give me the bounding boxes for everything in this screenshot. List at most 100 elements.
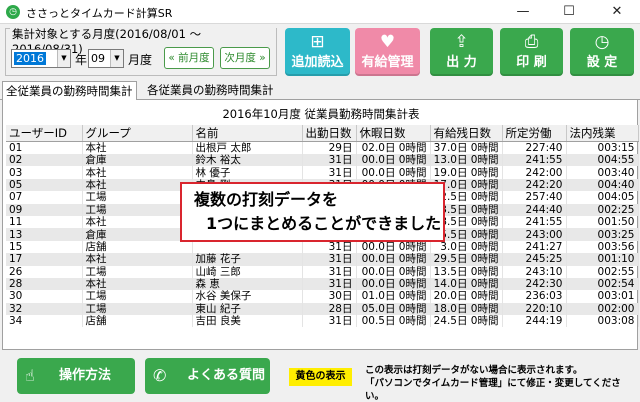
printer-icon: ⎙ [524,32,539,52]
tab-all-employees[interactable]: 全従業員の勤務時間集計 [2,81,137,101]
column-header[interactable]: 出勤日数 [302,125,357,142]
table-row[interactable]: 30 工場 水谷 美保子 30日 01.0日 0時間 20.0日 0時間 236:03 003… [6,290,639,303]
salary-manage-button[interactable]: ♥ 有給管理 [355,28,420,76]
prev-month-button[interactable]: « 前月度 [164,47,214,69]
heart-icon: ♥ [379,32,396,52]
tab-each-employee[interactable]: 各従業員の勤務時間集計 [144,81,277,100]
table-cell: 001:10 [566,253,639,266]
info-callout: 複数の打刻データを 1つにまとめることができました [180,182,445,242]
table-cell: 工場 [82,203,193,216]
table-row[interactable]: 01 本社 出根戸 太郎 29日 02.0日 0時間 37.0日 0時間 227:40 003… [6,141,639,154]
minimize-button[interactable]: — [500,0,546,24]
table-cell: 28日 [302,302,357,316]
table-cell: 森 恵 [192,277,303,291]
next-month-button[interactable]: 次月度 » [220,47,270,69]
output-button[interactable]: ⇪ 出 力 [430,28,493,76]
year-value: 2016 [14,52,46,65]
faq-button[interactable]: ✆ よくある質問 [145,358,270,394]
close-button[interactable]: ✕ [594,0,640,24]
table-cell: 山崎 三郎 [192,265,303,278]
table-cell: 30 [6,290,83,303]
legend-note-line-1: この表示は打刻データがない場合に表示されます。 [365,365,583,376]
year-select[interactable]: 2016 ▼ [11,49,71,68]
table-cell: 242:00 [502,166,567,179]
table-cell: 220:10 [502,302,567,316]
table-cell: 05 [6,178,83,192]
table-row[interactable]: 32 工場 東山 紀子 28日 05.0日 0時間 18.0日 0時間 220:10 002:… [6,302,639,316]
table-cell: 31日 [302,315,357,328]
table-cell: 31日 [302,154,357,167]
table-cell: 241:55 [502,215,567,229]
table-cell: 吉田 良美 [192,315,303,328]
chevron-down-icon: ▼ [57,50,70,67]
month-select[interactable]: 09 ▼ [88,49,124,68]
column-header[interactable]: 法内残業 [566,125,639,142]
table-cell: 244:19 [502,315,567,328]
table-cell: 鈴木 裕太 [192,154,303,167]
callout-line-1: 複数の打刻データを [194,190,339,209]
tab-bar: 全従業員の勤務時間集計 各従業員の勤務時間集計 [0,80,640,101]
table-cell: 林 優子 [192,166,303,179]
table-cell: 37.0日 0時間 [430,141,503,154]
table-cell: 本社 [82,178,193,192]
table-cell: 本社 [82,141,193,154]
column-header[interactable]: グループ [82,125,193,142]
table-cell: 241:27 [502,240,567,254]
table-cell: 15 [6,240,83,254]
column-header[interactable]: 所定労働 [502,125,567,142]
column-header[interactable]: 有給残日数 [430,125,503,142]
table-cell: 店舗 [82,240,193,254]
table-row[interactable]: 02 倉庫 鈴木 裕太 31日 00.0日 0時間 13.0日 0時間 241:55 004:… [6,154,639,167]
maximize-button[interactable]: ☐ [546,0,592,24]
table-row[interactable]: 17 本社 加藤 花子 31日 00.0日 0時間 29.5日 0時間 245:25 001:… [6,253,639,266]
table-row[interactable]: 28 本社森 恵 31日 00.0日 0時間 14.0日 0時間 242:30 002:54 [6,277,639,291]
table-cell: 東山 紀子 [192,302,303,316]
table-cell: 002:00 [566,302,639,316]
table-cell: 14.0日 0時間 [430,277,503,291]
settings-button[interactable]: ◷ 設 定 [570,28,634,76]
chat-bubble-icon: ✆ [153,366,167,385]
table-cell: 09 [6,203,83,216]
table-cell: 002:55 [566,265,639,278]
add-read-button[interactable]: ⊞ 追加読込 [285,28,350,76]
column-header[interactable]: ユーザーID [6,125,83,142]
table-cell: 13.5日 0時間 [430,265,503,278]
table-cell: 243:00 [502,228,567,241]
howto-button[interactable]: ☝ 操作方法 [17,358,135,394]
table-row[interactable]: 03 本社林 優子 31日 00.0日 0時間 19.0日 0時間 242:00 003:4… [6,166,639,179]
table-cell: 倉庫 [82,154,193,167]
column-header[interactable]: 休暇日数 [356,125,431,142]
table-cell: 242:30 [502,277,567,291]
clock-icon: ◷ [594,32,610,52]
table-cell: 本社 [82,166,193,179]
table-row[interactable]: 26 工場 山崎 三郎 31日 00.0日 0時間 13.5日 0時間 243:10 002:… [6,265,639,278]
print-button[interactable]: ⎙ 印 刷 [500,28,563,76]
table-cell: 07 [6,191,83,204]
column-header[interactable]: 名前 [192,125,303,142]
table-cell: 257:40 [502,191,567,204]
yellow-legend-badge: 黄色の表示 [289,368,352,386]
table-cell: 00.0日 0時間 [356,154,431,167]
table-cell: 01.0日 0時間 [356,290,431,303]
table-cell: 004:05 [566,191,639,204]
table-cell: 31日 [302,277,357,291]
file-add-icon: ⊞ [310,32,325,52]
table-cell: 002:25 [566,203,639,216]
table-cell: 3.0日 0時間 [430,240,503,254]
title-bar: ◷ ささっとタイムカード計算SR — ☐ ✕ [0,0,640,24]
table-cell: 003:08 [566,315,639,328]
table-cell: 24.5日 0時間 [430,315,503,328]
table-cell: 245:25 [502,253,567,266]
table-cell: 本社 [82,215,193,229]
month-unit: 月度 [128,53,153,67]
table-row[interactable]: 15 店舗 31日 00.0日 0時間 3.0日 0時間 241:27 003:56 [6,240,639,254]
table-cell: 本社 [82,277,193,291]
table-cell: 241:55 [502,154,567,167]
table-row[interactable]: 34 店舗 吉田 良美 31日 00.5日 0時間 24.5日 0時間 244:19 003:… [6,315,639,328]
year-unit: 年 [75,53,88,67]
table-cell: 28 [6,277,83,291]
table-cell: 工場 [82,302,193,316]
table-cell: 03 [6,166,83,179]
table-cell: 11 [6,215,83,229]
table-cell: 004:55 [566,154,639,167]
